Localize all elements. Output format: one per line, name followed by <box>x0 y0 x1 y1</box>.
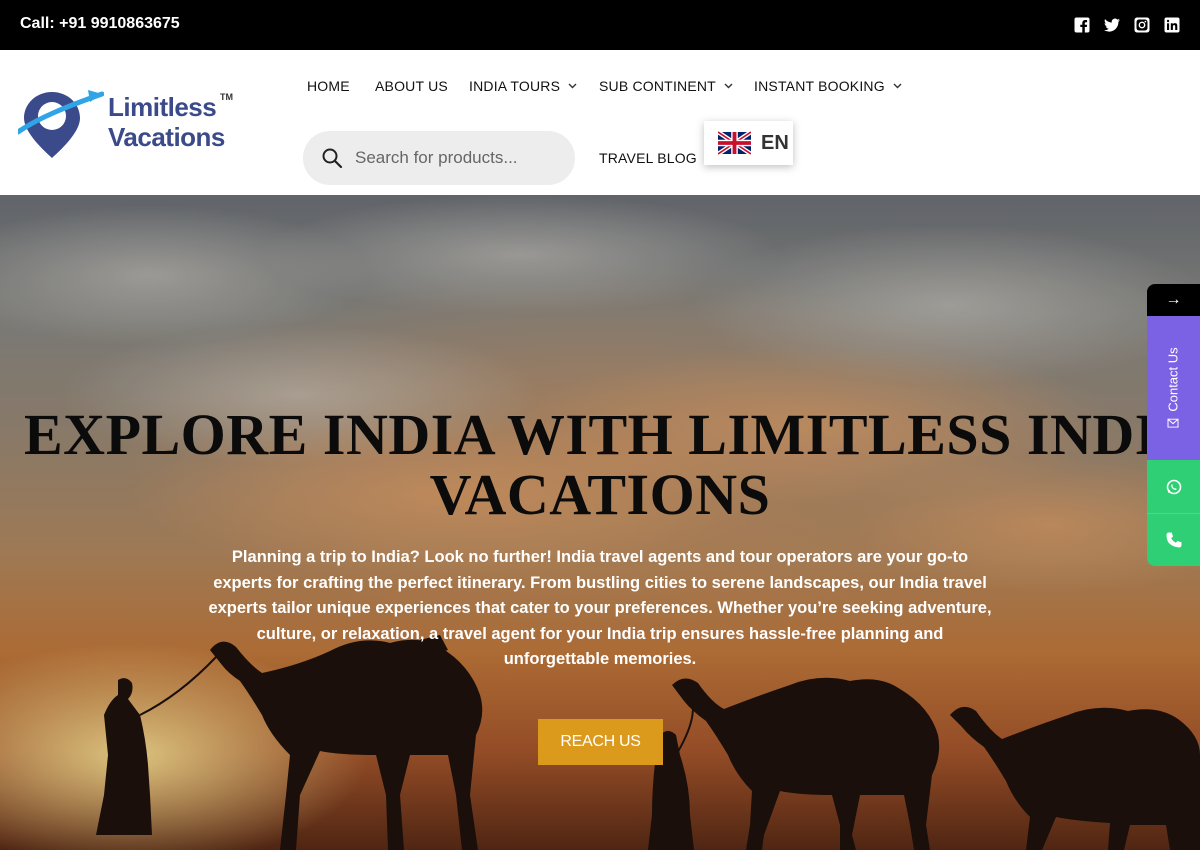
floating-contact-widget: → Contact Us <box>1147 284 1200 566</box>
logo-text-line1: Limitless <box>108 92 217 122</box>
linkedin-icon[interactable] <box>1164 17 1180 33</box>
uk-flag-icon <box>718 131 751 155</box>
hero-title-line2: VACATIONS <box>429 462 771 527</box>
chevron-down-icon <box>893 83 902 89</box>
contact-us-label: Contact Us <box>1165 347 1181 412</box>
search-input[interactable] <box>355 148 555 168</box>
hero-section: EXPLORE INDIA WITH LIMITLESS INDIA VACAT… <box>0 195 1200 850</box>
social-links <box>1074 17 1180 33</box>
nav-item-india-tours[interactable]: INDIA TOURS <box>469 78 577 94</box>
product-search <box>303 131 575 185</box>
chevron-down-icon <box>724 83 733 89</box>
whatsapp-button[interactable] <box>1147 460 1200 513</box>
nav-label: SUB CONTINENT <box>599 78 716 94</box>
nav-item-home[interactable]: HOME <box>307 78 350 94</box>
site-logo[interactable]: Limitless TM Vacations <box>18 88 238 168</box>
reach-us-button[interactable]: REACH US <box>538 719 663 765</box>
language-switcher[interactable]: EN <box>704 121 793 165</box>
contact-us-label-wrap: Contact Us <box>1166 347 1181 428</box>
site-header: Limitless TM Vacations HOME ABOUT US IND… <box>0 50 1200 195</box>
nav-label: ABOUT US <box>375 78 448 94</box>
hero-title: EXPLORE INDIA WITH LIMITLESS INDIA VACAT… <box>0 405 1200 525</box>
phone-button[interactable] <box>1147 513 1200 566</box>
nav-label: TRAVEL BLOG <box>599 150 697 166</box>
chevron-down-icon <box>568 83 577 89</box>
logo-trademark: TM <box>220 92 233 102</box>
nav-label: INSTANT BOOKING <box>754 78 885 94</box>
nav-item-sub-continent[interactable]: SUB CONTINENT <box>599 78 733 94</box>
top-bar: Call: +91 9910863675 <box>0 0 1200 50</box>
mail-icon <box>1167 418 1179 428</box>
logo-text-line2: Vacations <box>108 122 225 152</box>
hero-title-line1: EXPLORE INDIA WITH LIMITLESS INDIA <box>24 402 1200 467</box>
search-icon[interactable] <box>321 147 343 169</box>
nav-item-instant-booking[interactable]: INSTANT BOOKING <box>754 78 902 94</box>
twitter-icon[interactable] <box>1104 17 1120 33</box>
hero-description: Planning a trip to India? Look no furthe… <box>208 548 992 669</box>
call-number[interactable]: Call: +91 9910863675 <box>20 15 180 33</box>
language-code: EN <box>761 131 789 154</box>
logo-pin-icon <box>18 90 104 158</box>
nav-label: HOME <box>307 78 350 94</box>
contact-us-tab[interactable]: Contact Us <box>1147 316 1200 460</box>
phone-icon <box>1166 532 1181 548</box>
nav-item-travel-blog[interactable]: TRAVEL BLOG <box>599 150 697 166</box>
nav-item-about-us[interactable]: ABOUT US <box>375 78 448 94</box>
whatsapp-icon <box>1166 479 1181 494</box>
instagram-icon[interactable] <box>1134 17 1150 33</box>
facebook-icon[interactable] <box>1074 17 1090 33</box>
nav-label: INDIA TOURS <box>469 78 561 94</box>
widget-toggle-arrow[interactable]: → <box>1147 284 1200 316</box>
